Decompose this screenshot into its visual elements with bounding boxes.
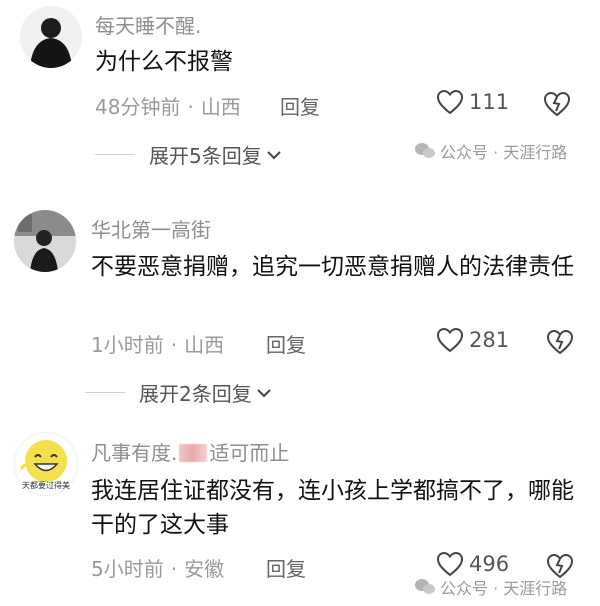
comment-meta: 5小时前 · 安徽 <box>91 557 225 581</box>
avatar[interactable] <box>20 6 82 68</box>
reply-button[interactable]: 回复 <box>266 329 306 358</box>
username[interactable]: 每天睡不醒. <box>95 10 201 39</box>
dislike-icon[interactable] <box>546 328 574 356</box>
heart-icon <box>436 327 464 353</box>
comment-meta: 48分钟前 · 山西 <box>95 95 241 119</box>
avatar[interactable] <box>14 210 76 272</box>
watermark-text: 公众号 · 天涯行路 <box>440 143 568 162</box>
blurred-emoji <box>179 444 208 462</box>
comment-text: 为什么不报警 <box>95 49 233 75</box>
heart-icon <box>436 89 464 115</box>
like-button[interactable]: 111 <box>436 89 509 115</box>
expand-replies-button[interactable]: 展开2条回复 <box>85 378 272 407</box>
like-button[interactable]: 281 <box>436 327 509 353</box>
watermark: 公众号 · 天涯行路 <box>414 575 567 599</box>
avatar-caption: 天都要过得美 <box>22 481 70 490</box>
like-count: 281 <box>469 328 510 352</box>
chevron-down-icon <box>257 388 271 397</box>
expand-replies-button[interactable]: 展开5条回复 <box>95 140 282 169</box>
heart-icon <box>436 551 464 577</box>
wechat-icon <box>415 579 435 594</box>
comment-location: 安徽 <box>184 557 225 581</box>
reply-button[interactable]: 回复 <box>280 91 320 120</box>
username[interactable]: 凡事有度. 适可而止 <box>91 437 289 466</box>
comment-text: 不要恶意捐赠，追究一切恶意捐赠人的法律责任 <box>91 254 574 280</box>
dislike-icon[interactable] <box>543 90 571 118</box>
comment-time: 1小时前 <box>91 333 164 357</box>
comment-text: 我连居住证都没有，连小孩上学都搞不了，哪能干的了这大事 <box>91 478 574 538</box>
expand-replies-label: 展开2条回复 <box>139 382 252 406</box>
like-count: 111 <box>469 90 510 114</box>
chevron-down-icon <box>267 150 281 159</box>
like-count: 496 <box>469 552 510 576</box>
username-prefix: 凡事有度. <box>91 441 178 465</box>
like-button[interactable]: 496 <box>436 551 509 577</box>
watermark: 公众号 · 天涯行路 <box>414 139 567 163</box>
expand-replies-label: 展开5条回复 <box>149 144 262 168</box>
reply-button[interactable]: 回复 <box>266 553 306 582</box>
divider-line <box>95 154 135 155</box>
divider-line <box>85 392 125 393</box>
comment-location: 山西 <box>200 95 241 119</box>
wechat-icon <box>415 143 435 158</box>
comment-time: 5小时前 <box>91 557 164 581</box>
comment-time: 48分钟前 <box>95 95 181 119</box>
username-suffix: 适可而止 <box>209 441 290 465</box>
username[interactable]: 华北第一高街 <box>91 214 211 243</box>
watermark-text: 公众号 · 天涯行路 <box>440 579 568 598</box>
comment-meta: 1小时前 · 山西 <box>91 333 225 357</box>
comment-location: 山西 <box>184 333 225 357</box>
